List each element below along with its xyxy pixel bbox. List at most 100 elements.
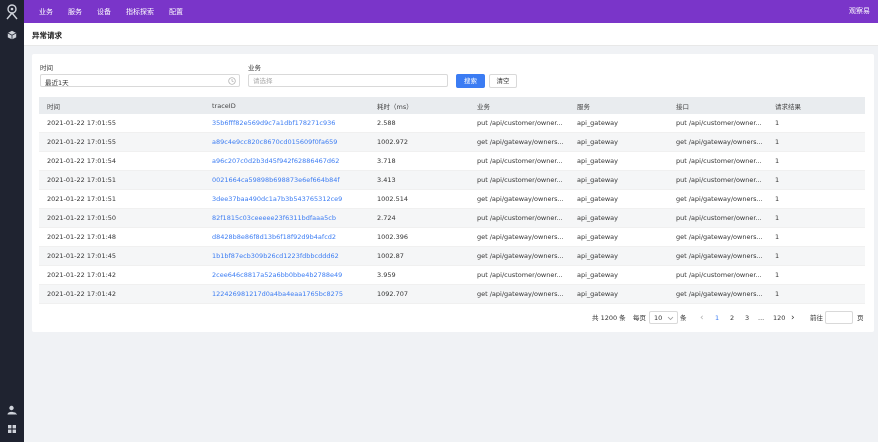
cell-duration: 1092.707 [377, 290, 409, 298]
table-row: 2021-01-22 17:01:55 a89c4e9cc820c8670cd01… [39, 133, 865, 152]
goto-page-input[interactable] [825, 311, 853, 324]
trace-id-link[interactable]: 0021664ca59898b698873e6ef664b84f [212, 171, 372, 189]
cell-endpoint: get /api/gateway/owners... [676, 138, 763, 146]
cell-result: 1 [775, 214, 780, 222]
cell-business: put /api/customer/owner... [477, 214, 563, 222]
cell-service: api_gateway [577, 138, 618, 146]
table-body: 2021-01-22 17:01:55 35b6fff82e569d9c7a1db… [39, 114, 865, 304]
cell-time: 2021-01-22 17:01:55 [47, 119, 117, 127]
cell-result: 1 [775, 252, 780, 260]
page-button-2[interactable]: 2 [730, 311, 734, 325]
trace-id-link[interactable]: 82f1815c03ceeeee23f6311bdfaaa5cb [212, 209, 372, 227]
page-size-select[interactable]: 10 [649, 311, 678, 324]
cell-business: get /api/gateway/owners... [477, 252, 564, 260]
cell-service: api_gateway [577, 214, 618, 222]
cell-duration: 1002.514 [377, 195, 409, 203]
goto-unit: 页 [857, 314, 864, 322]
cell-result: 1 [775, 233, 780, 241]
per-page-label: 每页 [633, 314, 646, 322]
cell-duration: 3.959 [377, 271, 396, 279]
cell-duration: 1002.972 [377, 138, 409, 146]
top-nav: 业务 服务 设备 指标探索 配置 [39, 0, 198, 23]
search-button[interactable]: 搜索 [456, 74, 485, 88]
cell-time: 2021-01-22 17:01:45 [47, 252, 117, 260]
table-row: 2021-01-22 17:01:50 82f1815c03ceeeee23f63… [39, 209, 865, 228]
cell-service: api_gateway [577, 233, 618, 241]
cell-service: api_gateway [577, 176, 618, 184]
biz-select-input[interactable] [248, 74, 448, 87]
cell-service: api_gateway [577, 119, 618, 127]
cell-result: 1 [775, 119, 780, 127]
header-result: 请求结果 [775, 102, 801, 111]
goto-label: 前往 [810, 314, 823, 322]
cell-business: put /api/customer/owner... [477, 271, 563, 279]
trace-id-link[interactable]: a89c4e9cc820c8670cd015609f0fa659 [212, 133, 372, 151]
pagination-total: 共 1200 条 [592, 314, 626, 322]
time-range-picker[interactable]: 最近1天 [40, 74, 240, 87]
cell-duration: 2.724 [377, 214, 396, 222]
top-nav-bar: 业务 服务 设备 指标探索 配置 观察易 [24, 0, 878, 23]
clear-button[interactable]: 清空 [489, 74, 517, 88]
cell-business: put /api/customer/owner... [477, 157, 563, 165]
header-service: 服务 [577, 102, 590, 111]
trace-id-link[interactable]: 1b1bf87ecb309b26cd1223fdbbcddd62 [212, 247, 372, 265]
cell-time: 2021-01-22 17:01:42 [47, 271, 117, 279]
table-header-row: 时间 traceID 耗时（ms） 业务 服务 接口 请求结果 [39, 97, 865, 114]
nav-item-config[interactable]: 配置 [169, 7, 183, 17]
content-card: 时间 最近1天 业务 搜索 清空 时间 traceID 耗时（ms） 业务 服务… [32, 54, 874, 332]
cell-time: 2021-01-22 17:01:51 [47, 195, 117, 203]
cell-endpoint: put /api/customer/owner... [676, 157, 762, 165]
user-icon[interactable] [7, 405, 17, 415]
trace-id-link[interactable]: 2cee646c8817a52a6bb0bbe4b2788e49 [212, 266, 372, 284]
biz-filter-label: 业务 [248, 64, 261, 72]
table-row: 2021-01-22 17:01:51 3dee37baa490dc1a7b3b5… [39, 190, 865, 209]
logo-icon[interactable] [5, 4, 19, 20]
header-duration: 耗时（ms） [377, 102, 413, 111]
page-button-1[interactable]: 1 [715, 311, 719, 325]
header-trace-id: traceID [212, 101, 236, 110]
trace-id-link[interactable]: a96c207c0d2b3d45f942f62886467d62 [212, 152, 372, 170]
table-row: 2021-01-22 17:01:42 2cee646c8817a52a6bb0b… [39, 266, 865, 285]
nav-item-devices[interactable]: 设备 [97, 7, 111, 17]
time-range-value: 最近1天 [45, 79, 69, 87]
cell-endpoint: get /api/gateway/owners... [676, 195, 763, 203]
nav-item-metrics-explore[interactable]: 指标探索 [126, 7, 154, 17]
trace-id-link[interactable]: 122426981217d0a4ba4eaa1765bc8275 [212, 285, 372, 303]
cell-endpoint: put /api/customer/owner... [676, 176, 762, 184]
clock-icon [228, 77, 236, 85]
chevron-down-icon [667, 316, 674, 321]
table-row: 2021-01-22 17:01:48 d8428b8e86f8d13b6f18f… [39, 228, 865, 247]
cell-endpoint: get /api/gateway/owners... [676, 290, 763, 298]
per-page-unit: 条 [680, 314, 687, 322]
table-row: 2021-01-22 17:01:55 35b6fff82e569d9c7a1db… [39, 114, 865, 133]
prev-page-button[interactable]: ‹ [700, 311, 704, 325]
brand-name: 观察易 [849, 7, 870, 15]
header-endpoint: 接口 [676, 102, 689, 111]
cell-service: api_gateway [577, 252, 618, 260]
page-button-3[interactable]: 3 [745, 311, 749, 325]
time-filter-label: 时间 [40, 64, 53, 72]
trace-id-link[interactable]: d8428b8e86f8d13b6f18f92d9b4afcd2 [212, 228, 372, 246]
cell-time: 2021-01-22 17:01:42 [47, 290, 117, 298]
page-ellipsis[interactable]: ... [758, 311, 764, 325]
cube-icon[interactable] [7, 30, 17, 40]
next-page-button[interactable]: › [791, 311, 795, 325]
trace-id-link[interactable]: 3dee37baa490dc1a7b3b543765312ce9 [212, 190, 372, 208]
trace-id-link[interactable]: 35b6fff82e569d9c7a1dbf178271c936 [212, 114, 372, 132]
nav-item-services[interactable]: 服务 [68, 7, 82, 17]
cell-duration: 3.413 [377, 176, 396, 184]
header-time: 时间 [47, 102, 60, 111]
cell-time: 2021-01-22 17:01:54 [47, 157, 117, 165]
cell-endpoint: put /api/customer/owner... [676, 271, 762, 279]
sidebar [0, 0, 24, 442]
nav-item-business[interactable]: 业务 [39, 7, 53, 17]
page-button-120[interactable]: 120 [773, 311, 785, 325]
table-row: 2021-01-22 17:01:45 1b1bf87ecb309b26cd122… [39, 247, 865, 266]
grid-icon[interactable] [7, 424, 17, 434]
table-row: 2021-01-22 17:01:51 0021664ca59898b698873… [39, 171, 865, 190]
cell-service: api_gateway [577, 271, 618, 279]
header-business: 业务 [477, 102, 490, 111]
cell-result: 1 [775, 290, 780, 298]
cell-time: 2021-01-22 17:01:48 [47, 233, 117, 241]
cell-time: 2021-01-22 17:01:50 [47, 214, 117, 222]
